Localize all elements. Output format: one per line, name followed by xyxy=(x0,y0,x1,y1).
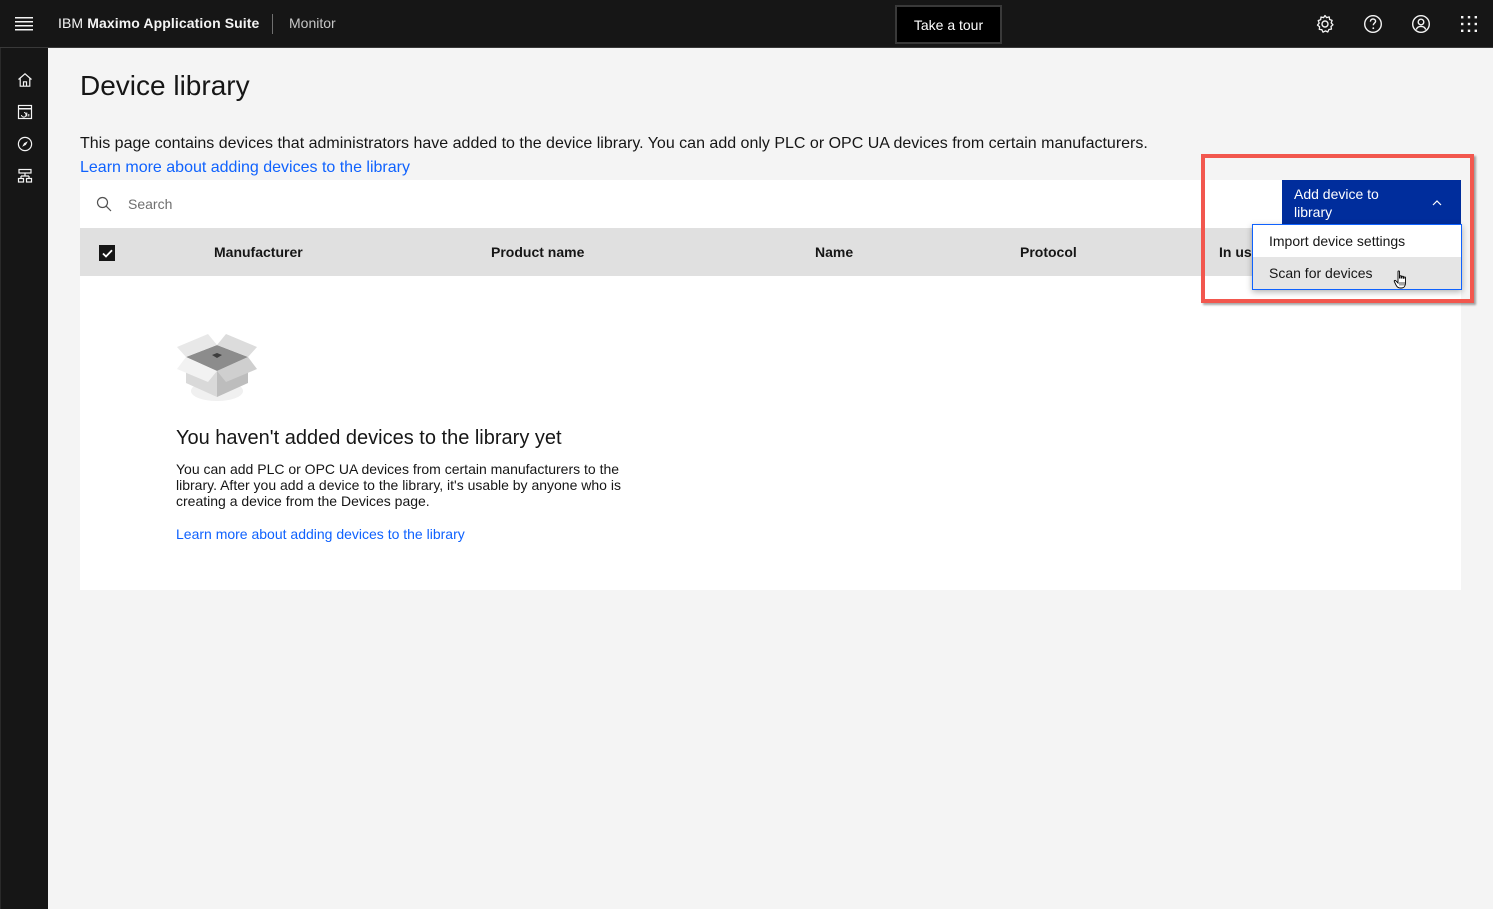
side-nav xyxy=(0,48,48,909)
column-header-product-name[interactable]: Product name xyxy=(491,244,584,260)
select-all-checkbox[interactable] xyxy=(99,245,115,261)
hand-pointer-cursor-icon xyxy=(1393,270,1406,289)
search-bar xyxy=(80,180,1280,228)
add-device-label: Add device to library xyxy=(1294,186,1379,220)
hamburger-icon xyxy=(15,17,33,31)
chevron-up-icon xyxy=(1432,200,1442,206)
product-name: Monitor xyxy=(289,15,336,31)
gear-icon xyxy=(1316,14,1334,33)
page-title: Device library xyxy=(80,70,250,101)
search-icon xyxy=(96,196,112,212)
brand-divider xyxy=(272,14,273,34)
brand-prefix: IBM xyxy=(58,15,84,31)
learn-more-link[interactable]: Learn more about adding devices to the l… xyxy=(80,159,410,177)
menu-item-scan-for-devices[interactable]: Scan for devices xyxy=(1253,257,1461,289)
empty-state-body: You can add PLC or OPC UA devices from c… xyxy=(176,461,621,509)
search-input[interactable] xyxy=(120,188,820,220)
checkmark-icon xyxy=(101,249,113,258)
hierarchy-icon xyxy=(17,168,33,183)
column-header-in-use[interactable]: In us xyxy=(1219,244,1252,260)
app-switcher-button[interactable] xyxy=(1453,8,1485,40)
dashboard-icon xyxy=(17,104,33,120)
brand-suite: Maximo Application Suite xyxy=(87,15,260,31)
empty-box-illustration xyxy=(177,334,257,401)
column-header-protocol[interactable]: Protocol xyxy=(1020,244,1077,260)
user-profile-button[interactable] xyxy=(1405,8,1437,40)
add-device-menu: Import device settings Scan for devices xyxy=(1252,224,1462,290)
empty-state-title: You haven't added devices to the library… xyxy=(176,427,562,449)
menu-item-import-device-settings[interactable]: Import device settings xyxy=(1253,225,1461,257)
empty-state-learn-more-link[interactable]: Learn more about adding devices to the l… xyxy=(176,526,465,542)
brand-name[interactable]: IBM Maximo Application Suite xyxy=(58,15,259,31)
user-avatar-icon xyxy=(1411,14,1431,34)
help-button[interactable] xyxy=(1357,8,1389,40)
sidenav-item-explore[interactable] xyxy=(13,132,37,156)
settings-button[interactable] xyxy=(1309,8,1341,40)
app-switcher-icon xyxy=(1461,16,1477,32)
page-description: This page contains devices that administ… xyxy=(80,135,1148,152)
top-header: IBM Maximo Application Suite Monitor Tak… xyxy=(0,0,1493,48)
sidenav-item-home[interactable] xyxy=(13,68,37,92)
help-icon xyxy=(1363,14,1383,34)
column-header-manufacturer[interactable]: Manufacturer xyxy=(214,244,303,260)
column-header-name[interactable]: Name xyxy=(815,244,853,260)
compass-icon xyxy=(17,136,33,152)
sidenav-item-dashboard[interactable] xyxy=(13,100,37,124)
take-a-tour-button[interactable]: Take a tour xyxy=(895,5,1002,44)
add-device-to-library-button[interactable]: Add device to library xyxy=(1282,180,1461,228)
menu-button[interactable] xyxy=(8,8,40,40)
home-icon xyxy=(18,73,32,87)
sidenav-item-hierarchy[interactable] xyxy=(13,164,37,188)
